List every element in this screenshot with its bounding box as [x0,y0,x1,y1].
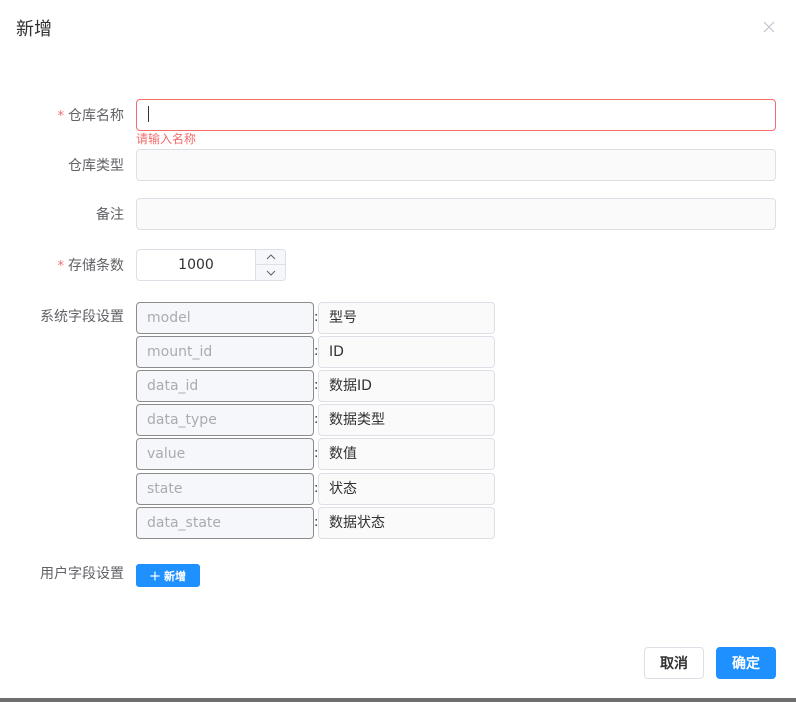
system-fields-label: 系统字段设置 [40,309,124,325]
system-field-key: mount_id [136,336,314,368]
system-field-key: data_type [136,404,314,436]
system-field-key: state [136,473,314,505]
remark-input[interactable] [136,198,776,230]
stepper-buttons [255,250,285,280]
close-icon[interactable] [760,18,778,36]
confirm-button[interactable]: 确定 [716,647,776,679]
plus-icon [150,571,160,580]
dialog-title: 新增 [16,19,52,40]
remark-label: 备注 [96,207,124,223]
storage-count-label-text: 存储条数 [68,258,124,274]
chevron-down-icon [266,270,276,276]
warehouse-type-label: 仓库类型 [68,158,124,174]
user-fields-label: 用户字段设置 [40,566,124,582]
system-field-key: value [136,438,314,470]
add-user-field-button[interactable]: 新增 [136,564,200,587]
stepper-increase-button[interactable] [256,250,285,265]
required-mark: * [57,109,65,124]
system-field-value[interactable]: ID [318,336,495,368]
system-field-value[interactable]: 数值 [318,438,495,470]
text-caret [148,106,149,122]
warehouse-name-input[interactable] [136,99,776,131]
storage-count-stepper[interactable]: 1000 [136,249,286,281]
warehouse-name-label: * 仓库名称 [0,106,125,127]
system-field-value[interactable]: 数据类型 [318,404,495,436]
warehouse-name-label-text: 仓库名称 [68,108,124,124]
system-field-key: data_id [136,370,314,402]
warehouse-name-error: 请输入名称 [136,132,197,146]
system-field-value[interactable]: 型号 [318,302,495,334]
add-user-field-label: 新增 [164,569,186,583]
storage-count-value[interactable]: 1000 [137,250,255,280]
cancel-button[interactable]: 取消 [644,647,704,679]
warehouse-type-input[interactable] [136,149,776,181]
chevron-up-icon [266,254,276,260]
storage-count-label: * 存储条数 [0,256,125,277]
system-field-key: model [136,302,314,334]
system-field-value[interactable]: 数据状态 [318,507,495,539]
bottom-divider [0,698,796,702]
required-mark: * [57,259,65,274]
system-field-value[interactable]: 数据ID [318,370,495,402]
stepper-decrease-button[interactable] [256,265,285,280]
system-field-value[interactable]: 状态 [318,473,495,505]
system-field-key: data_state [136,507,314,539]
